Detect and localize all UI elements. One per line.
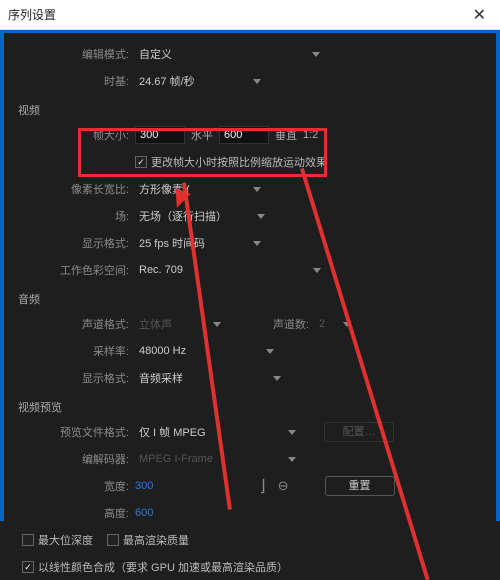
max-bit-depth-checkbox[interactable]: 最大位深度	[22, 532, 93, 548]
sample-rate-label: 采样率:	[0, 343, 135, 359]
max-render-quality-checkbox[interactable]: 最高渲染质量	[107, 532, 189, 548]
left-accent	[0, 33, 4, 521]
preview-width-label: 宽度:	[0, 478, 135, 494]
chevron-down-icon	[253, 187, 261, 192]
horiz-label: 水平	[191, 127, 213, 143]
chevron-down-icon	[213, 322, 221, 327]
preview-width-value[interactable]: 300	[135, 480, 153, 492]
checkbox-icon	[22, 561, 34, 573]
chevron-down-icon	[288, 457, 296, 462]
ch-fmt-select: 立体声	[135, 314, 225, 334]
checkbox-icon	[107, 534, 119, 546]
link-chain-icon[interactable]: ⊖	[278, 478, 289, 494]
close-icon[interactable]: ✕	[467, 3, 492, 27]
par-label: 像素长宽比:	[0, 181, 135, 197]
preview-height-value[interactable]: 600	[135, 507, 153, 519]
section-audio: 音频	[0, 289, 500, 309]
fields-select[interactable]: 无场（逐行扫描）	[135, 206, 269, 226]
chevron-down-icon	[312, 52, 320, 57]
dialog-body: 编辑模式: 自定义 时基: 24.67 帧/秒 视频 帧大小: 水平 垂直 1:…	[0, 30, 500, 521]
frame-height-input[interactable]	[219, 126, 269, 144]
reset-button[interactable]: 重置	[325, 476, 395, 496]
edit-mode-select[interactable]: 自定义	[135, 44, 324, 64]
audio-display-fmt-label: 显示格式:	[0, 370, 135, 386]
edit-mode-label: 编辑模式:	[0, 46, 135, 62]
checkbox-icon	[135, 156, 147, 168]
frame-width-input[interactable]	[135, 126, 185, 144]
timebase-select[interactable]: 24.67 帧/秒	[135, 71, 265, 91]
chevron-down-icon	[288, 430, 296, 435]
section-preview: 视频预览	[0, 397, 500, 417]
codec-select: MPEG I-Frame	[135, 451, 300, 467]
chevron-down-icon	[257, 214, 265, 219]
titlebar: 序列设置 ✕	[0, 0, 500, 30]
chevron-down-icon	[266, 349, 274, 354]
aspect-ratio: 1:2	[303, 129, 318, 141]
color-space-select[interactable]: Rec. 709	[135, 262, 325, 278]
scale-motion-checkbox[interactable]: 更改帧大小时按照比例缩放运动效果	[135, 154, 327, 170]
preview-height-label: 高度:	[0, 505, 135, 521]
fields-label: 场:	[0, 208, 135, 224]
section-video: 视频	[0, 100, 500, 120]
timebase-label: 时基:	[0, 73, 135, 89]
par-select[interactable]: 方形像素 (	[135, 179, 265, 199]
chevron-down-icon	[253, 79, 261, 84]
display-fmt-select[interactable]: 25 fps 时间码	[135, 233, 265, 253]
linear-color-checkbox[interactable]: 以线性颜色合成（要求 GPU 加速或最高渲染品质）	[22, 559, 288, 575]
chevron-down-icon	[313, 268, 321, 273]
right-accent	[496, 33, 500, 521]
preview-file-fmt-label: 预览文件格式:	[0, 424, 135, 440]
color-space-label: 工作色彩空间:	[0, 262, 135, 278]
codec-label: 编解码器:	[0, 451, 135, 467]
checkbox-icon	[22, 534, 34, 546]
vert-label: 垂直	[275, 127, 297, 143]
dialog-title: 序列设置	[8, 6, 56, 23]
ch-fmt-label: 声道格式:	[0, 316, 135, 332]
display-fmt-label: 显示格式:	[0, 235, 135, 251]
chevron-down-icon	[253, 241, 261, 246]
link-icon[interactable]: ⌋	[259, 476, 265, 496]
frame-size-label: 帧大小:	[0, 127, 135, 143]
ch-count-label: 声道数:	[225, 316, 315, 332]
chevron-down-icon	[273, 376, 281, 381]
